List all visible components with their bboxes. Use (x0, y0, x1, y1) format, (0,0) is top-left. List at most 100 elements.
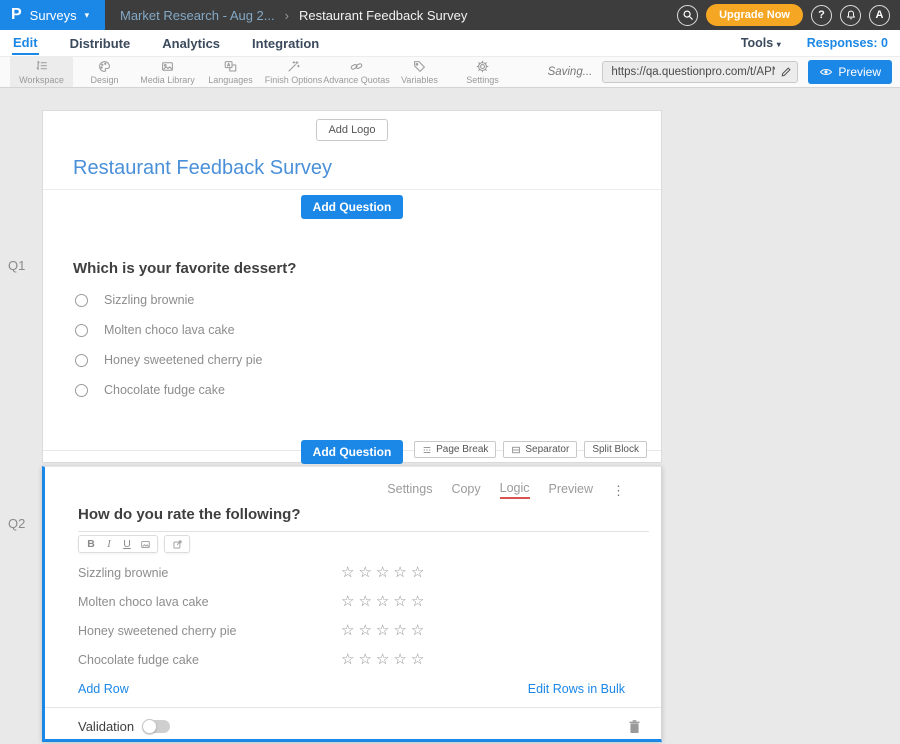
rating-row: Chocolate fudge cake (78, 645, 661, 674)
radio-button[interactable] (75, 384, 88, 397)
star-icon (376, 594, 389, 609)
underline-button[interactable]: U (118, 538, 136, 550)
magic-wand-icon (286, 59, 301, 74)
survey-title[interactable]: Restaurant Feedback Survey (73, 157, 661, 180)
star-rating (341, 623, 424, 638)
more-options-icon[interactable]: ⋮ (612, 484, 625, 497)
eye-icon (819, 67, 833, 77)
survey-url-value: https://qa.questionpro.com/t/APNrFZgS (603, 66, 775, 78)
upgrade-now-button[interactable]: Upgrade Now (706, 4, 803, 26)
tag-icon (412, 59, 427, 74)
edit-rows-in-bulk-link[interactable]: Edit Rows in Bulk (528, 682, 625, 696)
question-1-text[interactable]: Which is your favorite dessert? (73, 260, 661, 277)
toolbar-item-finish-options[interactable]: Finish Options (262, 57, 325, 87)
star-icon (393, 565, 406, 580)
workspace-icon (34, 59, 49, 74)
rating-row-label[interactable]: Sizzling brownie (78, 566, 341, 580)
toolbar-item-design[interactable]: Design (73, 57, 136, 87)
star-rating (341, 594, 424, 609)
rating-row-label[interactable]: Honey sweetened cherry pie (78, 624, 341, 638)
toolbar-item-variables[interactable]: Variables (388, 57, 451, 87)
toolbar-item-advance-quotas[interactable]: Advance Quotas (325, 57, 388, 87)
tools-menu[interactable]: Tools ▾ (741, 36, 781, 50)
question-2-text-field[interactable]: How do you rate the following? (78, 506, 649, 532)
star-icon (358, 565, 371, 580)
star-icon (341, 652, 354, 667)
toolbar-item-workspace[interactable]: Workspace (10, 57, 73, 87)
star-icon (376, 565, 389, 580)
account-avatar[interactable]: A (869, 5, 890, 26)
toolbar-item-settings[interactable]: Settings (451, 57, 514, 87)
q2-menu-preview[interactable]: Preview (549, 482, 593, 498)
validation-row: Validation (78, 708, 641, 744)
trash-icon (628, 719, 641, 734)
question-2-menu: Settings Copy Logic Preview ⋮ (45, 481, 625, 499)
search-button[interactable] (677, 5, 698, 26)
star-icon (341, 565, 354, 580)
star-icon (341, 623, 354, 638)
external-link-button[interactable] (168, 539, 186, 550)
survey-url-field[interactable]: https://qa.questionpro.com/t/APNrFZgS (602, 61, 798, 83)
add-question-button-top[interactable]: Add Question (301, 195, 404, 219)
option-label[interactable]: Chocolate fudge cake (104, 383, 225, 397)
tab-edit[interactable]: Edit (12, 32, 39, 55)
delete-question-button[interactable] (628, 719, 641, 734)
option-label[interactable]: Honey sweetened cherry pie (104, 353, 262, 367)
star-rating (341, 565, 424, 580)
star-icon (411, 594, 424, 609)
bell-icon (845, 9, 857, 21)
q1-option-row: Sizzling brownie (75, 293, 661, 307)
help-button[interactable]: ? (811, 5, 832, 26)
chevron-down-icon: ▾ (85, 10, 90, 21)
option-label[interactable]: Molten choco lava cake (104, 323, 235, 337)
tab-integration[interactable]: Integration (251, 33, 320, 54)
row-actions: Add Row Edit Rows in Bulk (78, 682, 625, 696)
radio-button[interactable] (75, 324, 88, 337)
add-logo-button[interactable]: Add Logo (316, 119, 387, 141)
q2-menu-logic[interactable]: Logic (500, 481, 530, 499)
search-icon (682, 9, 694, 21)
tab-distribute[interactable]: Distribute (69, 33, 132, 54)
notifications-button[interactable] (840, 5, 861, 26)
page-break-button[interactable]: Page Break (414, 441, 496, 458)
toolbar-item-media-library[interactable]: Media Library (136, 57, 199, 87)
italic-button[interactable]: I (100, 539, 118, 550)
rating-row-label[interactable]: Molten choco lava cake (78, 595, 341, 609)
breadcrumb-folder[interactable]: Market Research - Aug 2... (120, 8, 275, 23)
edit-toolbar: Workspace Design Media Library Languages… (0, 56, 900, 88)
edit-url-button[interactable] (775, 62, 797, 82)
responses-count[interactable]: Responses: 0 (807, 36, 888, 50)
q2-menu-settings[interactable]: Settings (387, 482, 432, 498)
q2-menu-copy[interactable]: Copy (451, 482, 480, 498)
questionpro-logo: P (11, 7, 22, 23)
image-icon (140, 539, 151, 550)
split-block-button[interactable]: Split Block (584, 441, 647, 458)
radio-button[interactable] (75, 294, 88, 307)
star-icon (393, 594, 406, 609)
tab-analytics[interactable]: Analytics (161, 33, 221, 54)
menubar-right: Tools ▾ Responses: 0 (741, 36, 888, 50)
insert-image-button[interactable] (136, 539, 154, 550)
survey-editor-canvas: Q1 Q2 Add Logo Restaurant Feedback Surve… (0, 88, 900, 744)
rating-row: Honey sweetened cherry pie (78, 616, 661, 645)
bold-button[interactable]: B (82, 538, 100, 550)
add-row-link[interactable]: Add Row (78, 682, 129, 696)
insert-question-bar: Add Question Page Break Separator Split … (43, 440, 661, 459)
validation-toggle[interactable] (143, 720, 170, 733)
radio-button[interactable] (75, 354, 88, 367)
question-2-number: Q2 (8, 516, 25, 531)
star-icon (358, 623, 371, 638)
toolbar-item-languages[interactable]: Languages (199, 57, 262, 87)
separator-button[interactable]: Separator (503, 441, 577, 458)
surveys-product-switcher[interactable]: P Surveys ▾ (0, 0, 105, 30)
external-link-icon (172, 539, 183, 550)
rating-row-label[interactable]: Chocolate fudge cake (78, 653, 341, 667)
survey-block-2-selected: Settings Copy Logic Preview ⋮ How do you… (42, 466, 662, 742)
question-mark-icon: ? (818, 9, 825, 21)
add-question-button-middle[interactable]: Add Question (301, 440, 404, 464)
option-label[interactable]: Sizzling brownie (104, 293, 194, 307)
preview-button[interactable]: Preview (808, 60, 892, 84)
chain-link-icon (349, 59, 364, 74)
star-icon (411, 565, 424, 580)
q1-option-row: Molten choco lava cake (75, 323, 661, 337)
